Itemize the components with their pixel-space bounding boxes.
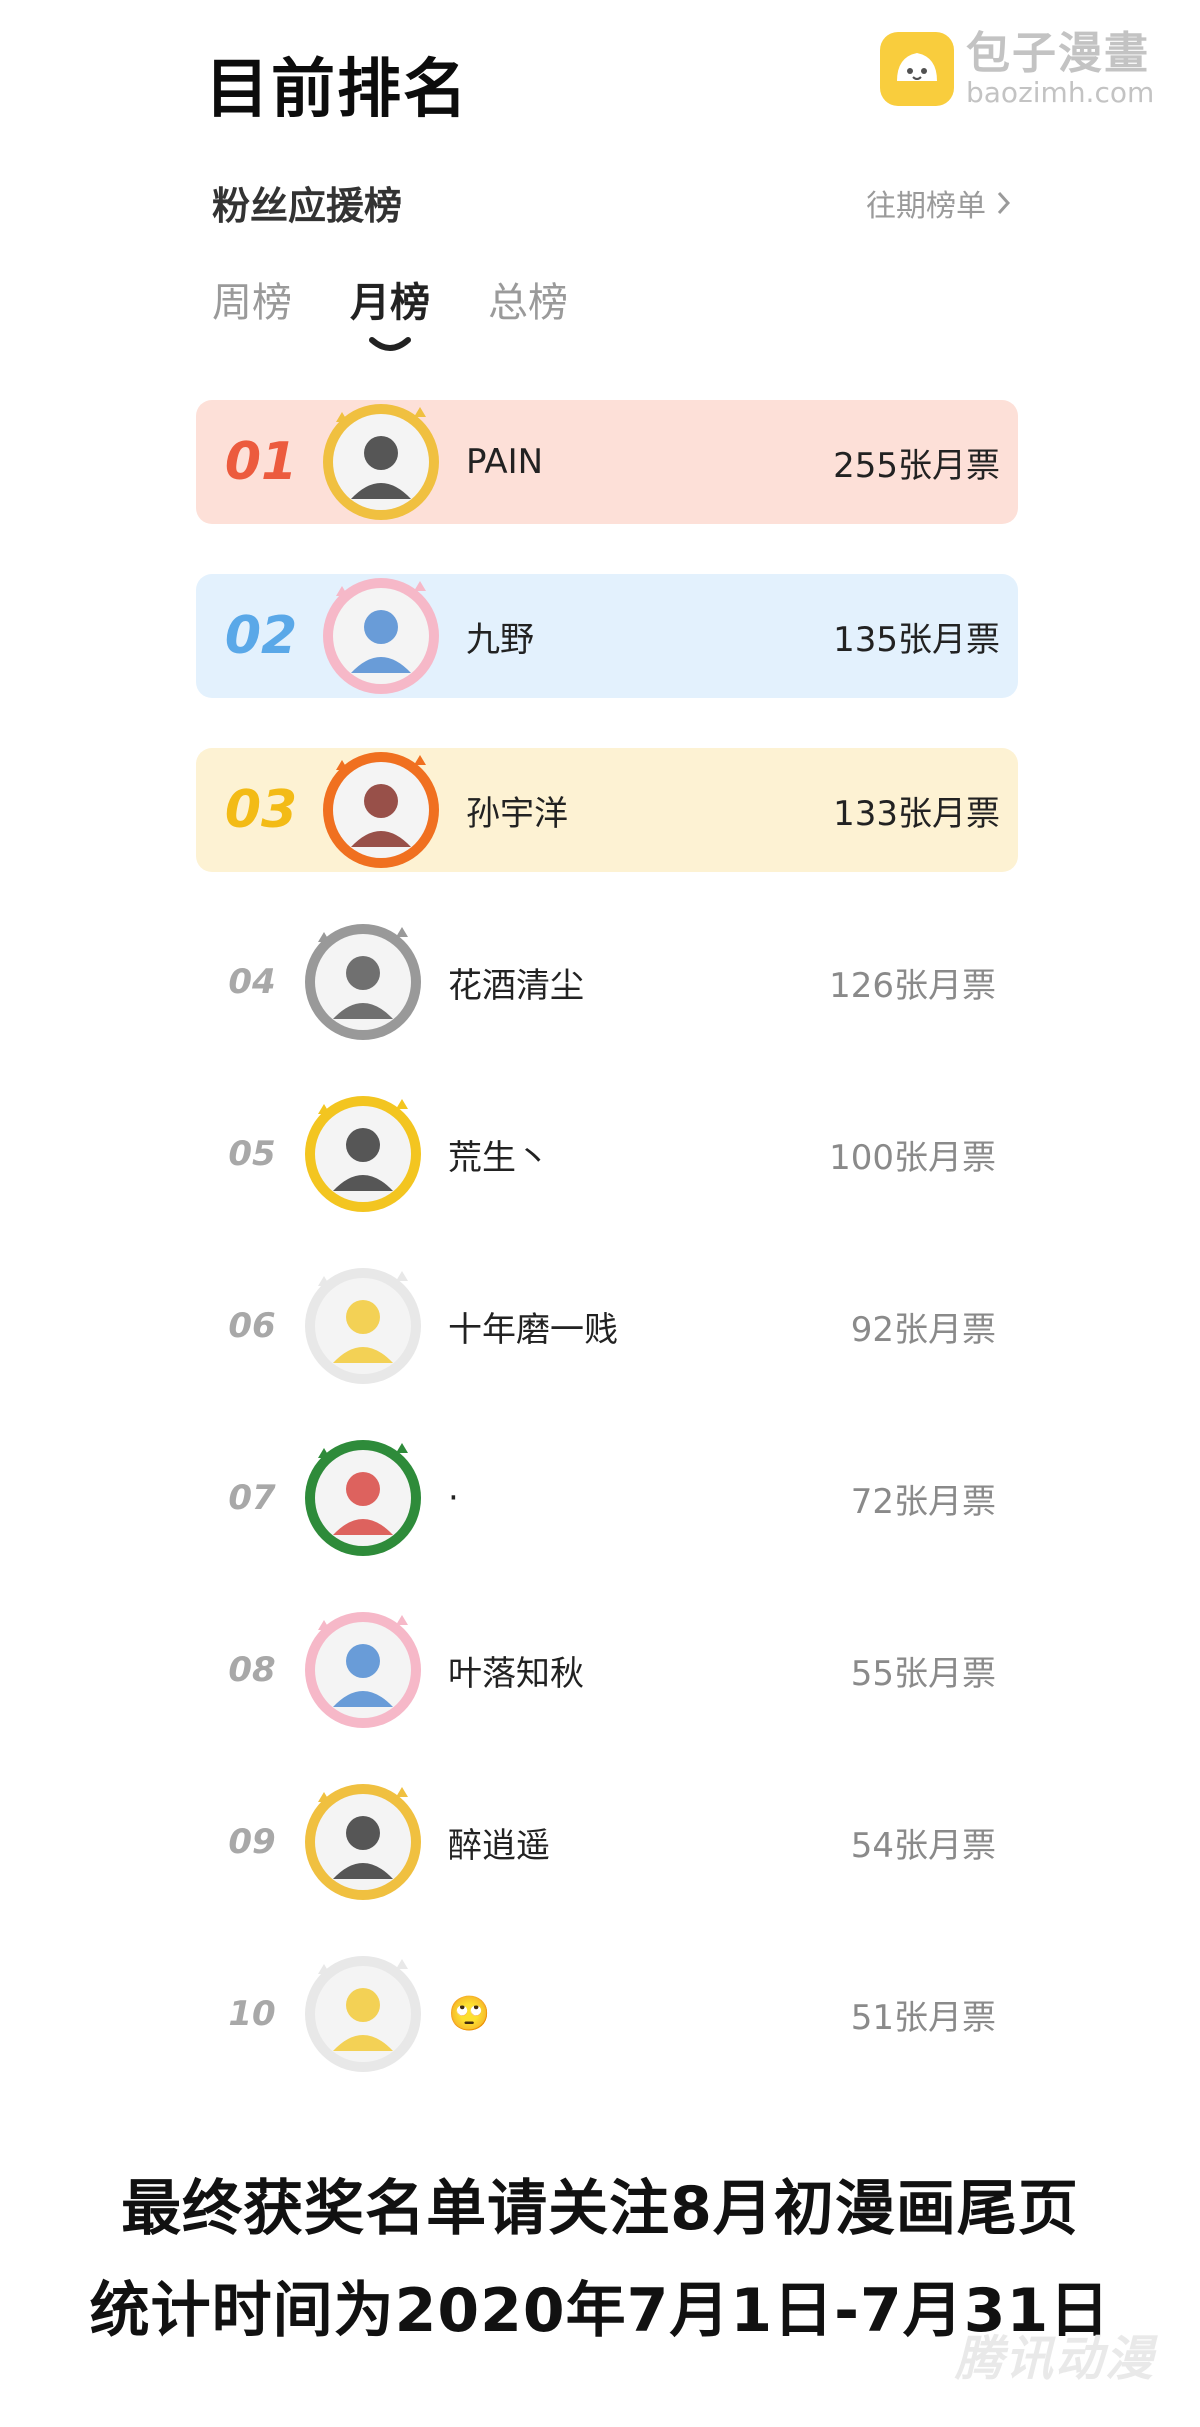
monthly-ticket-count: 54张月票 <box>850 1825 996 1866</box>
page-heading: 目前排名 <box>205 53 469 127</box>
avatar[interactable] <box>306 561 456 711</box>
fan-nickname: · <box>448 1478 459 1518</box>
fan-nickname: 🙄 <box>448 1994 491 2034</box>
monthly-ticket-count: 92张月票 <box>850 1309 996 1350</box>
fan-nickname: 叶落知秋 <box>448 1653 584 1694</box>
monthly-ticket-count: 135张月票 <box>833 619 1000 660</box>
avatar[interactable] <box>288 1767 438 1917</box>
ranking-row[interactable]: 02 九野 135张月票 <box>196 574 1018 698</box>
tab-bar: 周榜 月榜 总榜 <box>212 270 568 351</box>
ranking-row[interactable]: 07 · 72张月票 <box>196 1436 1018 1560</box>
watermark: 包子漫畫 baozimh.com <box>880 30 1154 108</box>
ranking-row[interactable]: 03 孙宇洋 133张月票 <box>196 748 1018 872</box>
watermark-en: baozimh.com <box>966 76 1155 109</box>
avatar[interactable] <box>288 1595 438 1745</box>
ranking-row[interactable]: 09 醉逍遥 54张月票 <box>196 1780 1018 1904</box>
monthly-ticket-count: 133张月票 <box>833 793 1000 834</box>
avatar[interactable] <box>306 735 456 885</box>
ranking-row[interactable]: 01 PAIN 255张月票 <box>196 400 1018 524</box>
history-link[interactable]: 往期榜单 <box>866 181 1012 225</box>
avatar[interactable] <box>288 907 438 1057</box>
ranking-list: 01 PAIN 255张月票 02 九野 135张月票 03 孙宇洋 133张月票 04 花酒清尘 1… <box>196 400 1018 2076</box>
monthly-ticket-count: 51张月票 <box>850 1997 996 2038</box>
footer-notice: 最终获奖名单请关注8月初漫画尾页 <box>121 2174 1079 2244</box>
avatar[interactable] <box>288 1079 438 1229</box>
avatar[interactable] <box>288 1251 438 1401</box>
fan-nickname: 十年磨一贱 <box>448 1309 618 1350</box>
monthly-ticket-count: 255张月票 <box>833 445 1000 486</box>
ranking-row[interactable]: 10 🙄 51张月票 <box>196 1952 1018 2076</box>
ranking-row[interactable]: 05 荒生丶 100张月票 <box>196 1092 1018 1216</box>
monthly-ticket-count: 55张月票 <box>850 1653 996 1694</box>
fan-nickname: 九野 <box>466 619 534 660</box>
tab-weekly[interactable]: 周榜 <box>212 270 292 348</box>
fan-nickname: 孙宇洋 <box>466 793 568 834</box>
fan-nickname: PAIN <box>466 442 544 482</box>
avatar[interactable] <box>288 1939 438 2089</box>
watermark-cn: 包子漫畫 <box>966 28 1150 79</box>
monthly-ticket-count: 100张月票 <box>829 1137 996 1178</box>
baozi-logo-icon <box>880 32 954 106</box>
tab-total[interactable]: 总榜 <box>488 270 568 348</box>
fan-nickname: 醉逍遥 <box>448 1825 550 1866</box>
ranking-row[interactable]: 04 花酒清尘 126张月票 <box>196 920 1018 1044</box>
history-link-label: 往期榜单 <box>866 188 986 224</box>
fan-nickname: 花酒清尘 <box>448 965 584 1006</box>
fan-nickname: 荒生丶 <box>448 1137 550 1178</box>
tab-active-indicator <box>369 337 411 351</box>
avatar[interactable] <box>288 1423 438 1573</box>
ranking-row[interactable]: 08 叶落知秋 55张月票 <box>196 1608 1018 1732</box>
avatar[interactable] <box>306 387 456 537</box>
corner-watermark: 腾讯动漫 <box>954 2331 1155 2387</box>
board-title: 粉丝应援榜 <box>212 184 403 228</box>
ranking-row[interactable]: 06 十年磨一贱 92张月票 <box>196 1264 1018 1388</box>
monthly-ticket-count: 72张月票 <box>850 1481 996 1522</box>
board-header: 粉丝应援榜 往期榜单 <box>212 175 1012 230</box>
tab-monthly[interactable]: 月榜 <box>350 270 430 351</box>
chevron-right-icon <box>997 191 1011 214</box>
monthly-ticket-count: 126张月票 <box>829 965 996 1006</box>
